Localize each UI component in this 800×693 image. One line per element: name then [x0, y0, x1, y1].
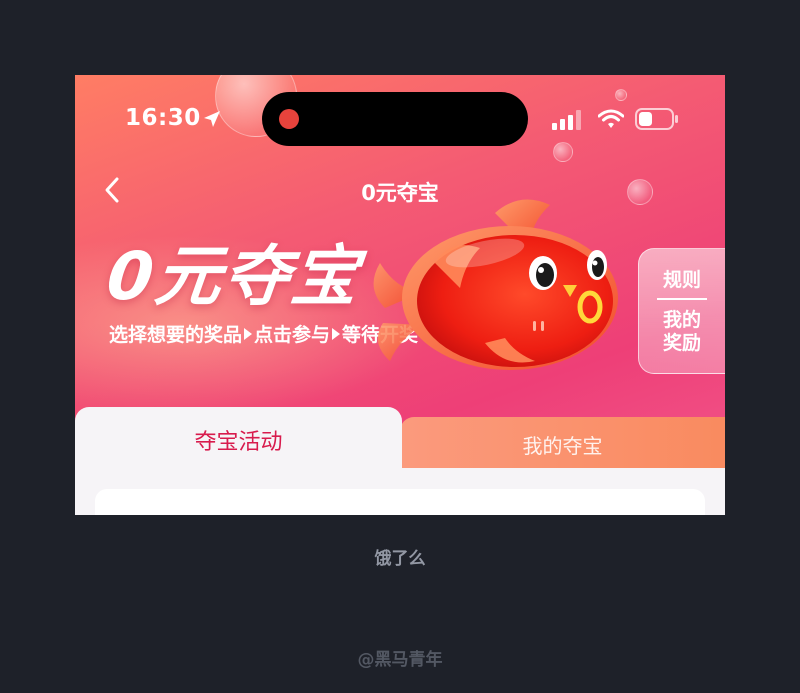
rules-link[interactable]: 规则: [639, 265, 725, 292]
tab-label: 夺宝活动: [194, 430, 283, 455]
step-arrow-icon: [332, 328, 341, 340]
status-time: 16:30: [125, 105, 201, 131]
caption: 饿了么: [374, 549, 426, 569]
battery-icon: [635, 108, 678, 130]
side-divider: [657, 298, 707, 300]
hero-title: 0元夺宝: [103, 238, 364, 315]
decor-bubble: [553, 142, 573, 162]
dynamic-island: [262, 92, 528, 146]
tab-label: 我的夺宝: [522, 434, 603, 458]
my-reward-line2: 奖励: [662, 332, 701, 354]
cellular-signal-icon: [552, 110, 581, 130]
tab-my-treasure[interactable]: 我的夺宝: [400, 417, 725, 469]
content-card: [95, 489, 705, 515]
my-reward-link[interactable]: 我的 奖励: [639, 309, 725, 355]
step-arrow-icon: [244, 328, 253, 340]
location-arrow-icon: [204, 111, 220, 127]
recording-dot-icon: [279, 109, 299, 129]
wifi-icon: [598, 109, 624, 128]
my-reward-line1: 我的: [662, 309, 701, 331]
watermark: @黑马青年: [357, 650, 443, 670]
decor-bubble: [615, 89, 627, 101]
hero-step-1: 选择想要的奖品: [109, 324, 243, 346]
side-panel: 规则 我的 奖励: [638, 248, 725, 374]
hero-step-2: 点击参与: [254, 324, 331, 346]
goldfish-mascot-illustration: [373, 199, 618, 370]
app-screen: 16:30 0元夺宝 0元夺宝 选择想要的奖品点击参与等待开奖: [75, 75, 725, 515]
